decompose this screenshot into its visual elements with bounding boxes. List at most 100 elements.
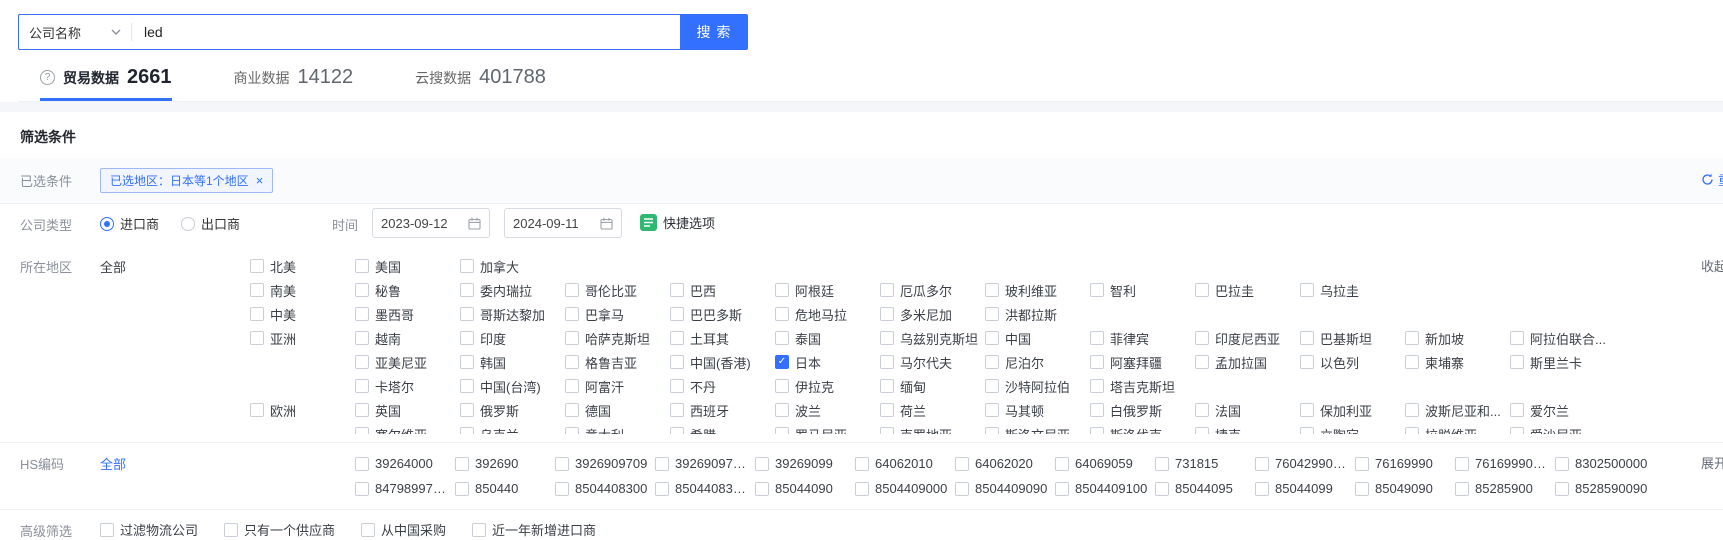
hs-code-checkbox-item[interactable]: 760429900... [1255, 456, 1355, 471]
country-checkbox-item[interactable]: 伊拉克 [775, 377, 880, 396]
country-checkbox-item[interactable]: 巴拿马 [565, 305, 670, 324]
country-checkbox-item[interactable]: 卡塔尔 [355, 377, 460, 396]
country-checkbox-item[interactable]: 美国 [355, 257, 460, 276]
country-checkbox-item[interactable]: 巴拉圭 [1195, 281, 1300, 300]
country-checkbox-item[interactable]: 中国(台湾) [460, 377, 565, 396]
hs-code-checkbox-item[interactable]: 392690 [455, 456, 555, 471]
hs-code-checkbox-item[interactable]: 85044095 [1155, 481, 1255, 496]
country-checkbox-item[interactable]: 法国 [1195, 401, 1300, 420]
country-checkbox-item[interactable]: 印度尼西亚 [1195, 329, 1300, 348]
country-checkbox-item[interactable]: 斯洛伐克 [1090, 425, 1195, 435]
country-checkbox-item[interactable]: 以色列 [1300, 353, 1405, 372]
tab-cloud-search-data[interactable]: 云搜数据 401788 [415, 66, 546, 101]
country-checkbox-item[interactable]: 乌拉圭 [1300, 281, 1405, 300]
country-checkbox-item[interactable]: 意大利 [565, 425, 670, 435]
close-icon[interactable]: × [256, 173, 264, 188]
hs-code-checkbox-item[interactable]: 761699909... [1455, 456, 1555, 471]
country-checkbox-item[interactable]: 俄罗斯 [460, 401, 565, 420]
regions-all-button[interactable]: 全部 [100, 254, 250, 276]
country-checkbox-item[interactable]: 德国 [565, 401, 670, 420]
hs-code-checkbox-item[interactable]: 8302500000 [1555, 456, 1655, 471]
country-checkbox-item[interactable]: 斯洛文尼亚 [985, 425, 1090, 435]
country-checkbox-item[interactable]: 巴西 [670, 281, 775, 300]
country-checkbox-item[interactable]: 亚美尼亚 [355, 353, 460, 372]
hs-code-checkbox-item[interactable]: 85044099 [1255, 481, 1355, 496]
country-checkbox-item[interactable]: 墨西哥 [355, 305, 460, 324]
hs-code-checkbox-item[interactable]: 392690979... [655, 456, 755, 471]
hs-code-checkbox-item[interactable]: 847989979... [355, 481, 455, 496]
search-input[interactable] [132, 24, 680, 40]
country-checkbox-item[interactable]: 立陶宛 [1300, 425, 1405, 435]
advanced-filter-checkbox-item[interactable]: 只有一个供应商 [224, 520, 341, 539]
hs-code-checkbox-item[interactable]: 85044090 [755, 481, 855, 496]
country-checkbox-item[interactable]: 乌兹别克斯坦 [880, 329, 985, 348]
country-checkbox-item[interactable]: 印度 [460, 329, 565, 348]
country-checkbox-item[interactable]: 多米尼加 [880, 305, 985, 324]
country-checkbox-item[interactable]: 菲律宾 [1090, 329, 1195, 348]
hs-code-checkbox-item[interactable]: 3926909709 [555, 456, 655, 471]
country-checkbox-item[interactable]: 拉脱维亚 [1405, 425, 1510, 435]
country-checkbox-item[interactable]: 乌克兰 [460, 425, 565, 435]
quick-options-button[interactable]: 快捷选项 [640, 212, 715, 232]
country-checkbox-item[interactable]: 波斯尼亚和... [1405, 401, 1510, 420]
hs-code-checkbox-item[interactable]: 64069059 [1055, 456, 1155, 471]
country-checkbox-item[interactable]: 玻利维亚 [985, 281, 1090, 300]
help-icon[interactable]: ? [40, 70, 55, 85]
hs-code-checkbox-item[interactable]: 85049090 [1355, 481, 1455, 496]
hs-code-checkbox-item[interactable]: 8504409100 [1055, 481, 1155, 496]
hs-code-checkbox-item[interactable]: 64062010 [855, 456, 955, 471]
country-checkbox-item[interactable]: 塔吉克斯坦 [1090, 377, 1195, 396]
country-checkbox-item[interactable]: 厄瓜多尔 [880, 281, 985, 300]
country-checkbox-item[interactable]: 巴巴多斯 [670, 305, 775, 324]
country-checkbox-item[interactable]: 巴基斯坦 [1300, 329, 1405, 348]
hs-all-button[interactable]: 全部 [100, 451, 250, 473]
country-checkbox-item[interactable]: 马尔代夫 [880, 353, 985, 372]
region-checkbox-item[interactable]: 亚洲 [250, 329, 355, 348]
search-button[interactable]: 搜 索 [680, 14, 748, 50]
country-checkbox-item[interactable]: 哈萨克斯坦 [565, 329, 670, 348]
hs-code-checkbox-item[interactable]: 85285900 [1455, 481, 1555, 496]
country-checkbox-item[interactable]: 斯里兰卡 [1510, 353, 1615, 372]
country-checkbox-item[interactable]: 日本 [775, 353, 880, 372]
country-checkbox-item[interactable]: 哥伦比亚 [565, 281, 670, 300]
country-checkbox-item[interactable]: 阿根廷 [775, 281, 880, 300]
country-checkbox-item[interactable]: 洪都拉斯 [985, 305, 1090, 324]
hs-code-checkbox-item[interactable]: 39264000 [355, 456, 455, 471]
radio-exporter[interactable]: 出口商 [181, 212, 240, 233]
hs-code-checkbox-item[interactable]: 731815 [1155, 456, 1255, 471]
country-checkbox-item[interactable]: 尼泊尔 [985, 353, 1090, 372]
country-checkbox-item[interactable]: 韩国 [460, 353, 565, 372]
advanced-filter-checkbox-item[interactable]: 从中国采购 [361, 520, 452, 539]
hs-code-checkbox-item[interactable]: 850440 [455, 481, 555, 496]
region-checkbox-item[interactable]: 欧洲 [250, 401, 355, 420]
country-checkbox-item[interactable]: 保加利亚 [1300, 401, 1405, 420]
country-checkbox-item[interactable]: 中国(香港) [670, 353, 775, 372]
advanced-filter-checkbox-item[interactable]: 近一年新增进口商 [472, 520, 602, 539]
country-checkbox-item[interactable]: 智利 [1090, 281, 1195, 300]
country-checkbox-item[interactable]: 土耳其 [670, 329, 775, 348]
country-checkbox-item[interactable]: 越南 [355, 329, 460, 348]
region-checkbox-item[interactable]: 北美 [250, 257, 355, 276]
country-checkbox-item[interactable]: 中国 [985, 329, 1090, 348]
country-checkbox-item[interactable]: 克罗地亚 [880, 425, 985, 435]
country-checkbox-item[interactable]: 哥斯达黎加 [460, 305, 565, 324]
hs-code-checkbox-item[interactable]: 64062020 [955, 456, 1055, 471]
hs-code-checkbox-item[interactable]: 39269099 [755, 456, 855, 471]
country-checkbox-item[interactable]: 格鲁吉亚 [565, 353, 670, 372]
reset-button[interactable]: 重置 [1701, 170, 1723, 189]
hs-expand-button[interactable]: 展开 [1701, 453, 1723, 472]
hs-code-checkbox-item[interactable]: 8528590090 [1555, 481, 1655, 496]
country-checkbox-item[interactable]: 塞尔维亚 [355, 425, 460, 435]
tab-business-data[interactable]: 商业数据 14122 [234, 66, 354, 101]
hs-code-checkbox-item[interactable]: 76169990 [1355, 456, 1455, 471]
hs-code-checkbox-item[interactable]: 8504409090 [955, 481, 1055, 496]
country-checkbox-item[interactable]: 马其顿 [985, 401, 1090, 420]
country-checkbox-item[interactable]: 白俄罗斯 [1090, 401, 1195, 420]
country-checkbox-item[interactable]: 秘鲁 [355, 281, 460, 300]
country-checkbox-item[interactable]: 危地马拉 [775, 305, 880, 324]
country-checkbox-item[interactable]: 阿塞拜疆 [1090, 353, 1195, 372]
selected-region-tag[interactable]: 已选地区：日本等1个地区 × [100, 168, 273, 193]
region-checkbox-item[interactable]: 中美 [250, 305, 355, 324]
country-checkbox-item[interactable]: 不丹 [670, 377, 775, 396]
country-checkbox-item[interactable]: 柬埔寨 [1405, 353, 1510, 372]
